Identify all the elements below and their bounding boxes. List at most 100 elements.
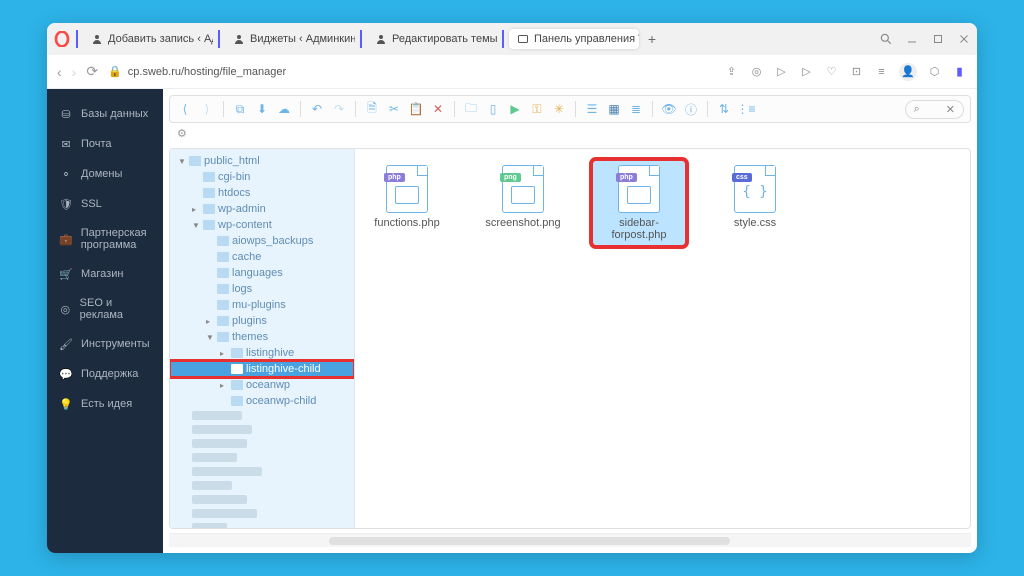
camera-icon[interactable]: ◎ xyxy=(749,64,764,79)
newfile-icon[interactable]: 🗎 xyxy=(363,100,381,118)
nav-fwd-icon[interactable]: ⟩ xyxy=(198,100,216,118)
tree-item[interactable]: ▼themes xyxy=(170,329,354,345)
tree-label: wp-content xyxy=(218,219,272,231)
bookmark-icon[interactable]: ▷ xyxy=(774,64,789,79)
view-list-icon[interactable]: ☰ xyxy=(583,100,601,118)
sidebar-item-ssl[interactable]: 🛡SSL xyxy=(47,189,163,219)
maximize-button[interactable] xyxy=(931,32,945,46)
sidebar-item-domain[interactable]: ⚬Домены xyxy=(47,159,163,189)
new-tab-button[interactable]: + xyxy=(643,30,661,48)
star-icon[interactable]: ✳ xyxy=(550,100,568,118)
sidebar-toggle-icon[interactable]: ▮ xyxy=(952,64,967,79)
tree-item[interactable]: mu-plugins xyxy=(170,297,354,313)
grid-icon[interactable]: ⊡ xyxy=(849,64,864,79)
profile-icon[interactable]: 👤 xyxy=(899,63,917,81)
edit-icon[interactable]: ▯ xyxy=(484,100,502,118)
browser-tab-3[interactable]: Панель управления VH xyxy=(509,29,639,49)
expand-icon[interactable]: ▸ xyxy=(220,349,228,358)
tree-item[interactable]: ▸ listinghive xyxy=(170,345,354,361)
tree-label: public_html xyxy=(204,155,260,167)
file-item[interactable]: pngscreenshot.png xyxy=(477,161,569,233)
tree-item[interactable]: htdocs xyxy=(170,185,354,201)
expand-icon[interactable]: ▸ xyxy=(220,381,228,390)
file-item[interactable]: phpsidebar-forpost.php xyxy=(593,161,685,245)
back-button[interactable]: ‹ xyxy=(57,64,62,80)
tree-item[interactable]: ▼ wp-content xyxy=(170,217,354,233)
close-button[interactable] xyxy=(957,32,971,46)
visibility-icon[interactable]: 👁 xyxy=(660,100,678,118)
file-item[interactable]: phpfunctions.php xyxy=(361,161,453,233)
sidebar-item-shop[interactable]: 🛒Магазин xyxy=(47,259,163,289)
tree-item-blurred xyxy=(170,465,354,479)
extension-icon[interactable]: ⬡ xyxy=(927,64,942,79)
tree-label: logs xyxy=(232,283,252,295)
expand-icon[interactable]: ▸ xyxy=(206,317,214,326)
tree-item[interactable]: listinghive-child xyxy=(170,361,354,377)
tree-item[interactable]: cache xyxy=(170,249,354,265)
domain-icon: ⚬ xyxy=(59,167,73,181)
tree-item[interactable]: ▼ public_html xyxy=(170,153,354,169)
tree-item[interactable]: ▸plugins xyxy=(170,313,354,329)
sidebar-item-label: Партнерская программа xyxy=(81,227,151,251)
paste-icon[interactable]: 📋 xyxy=(407,100,425,118)
tree-item[interactable]: oceanwp-child xyxy=(170,393,354,409)
tree-item[interactable]: ▸wp-admin xyxy=(170,201,354,217)
expand-icon[interactable]: ▼ xyxy=(178,157,186,166)
tree-item[interactable]: logs xyxy=(170,281,354,297)
tree-label: listinghive xyxy=(246,347,294,359)
run-icon[interactable]: ▶ xyxy=(506,100,524,118)
sidebar-item-support[interactable]: 💬Поддержка xyxy=(47,359,163,389)
expand-icon[interactable]: ▼ xyxy=(192,221,200,230)
cloud-icon[interactable]: ☁ xyxy=(275,100,293,118)
sort-icon[interactable]: ⇅ xyxy=(715,100,733,118)
key-icon[interactable]: ⚿ xyxy=(528,100,546,118)
download-icon[interactable]: ⬇ xyxy=(253,100,271,118)
redo-icon[interactable]: ↷ xyxy=(330,100,348,118)
browser-tab-1[interactable]: Виджеты ‹ Админкин — xyxy=(225,29,355,49)
tree-item[interactable]: languages xyxy=(170,265,354,281)
sidebar-item-tools[interactable]: 🖌Инструменты xyxy=(47,329,163,359)
tree-item[interactable]: cgi-bin xyxy=(170,169,354,185)
expand-icon[interactable]: ▼ xyxy=(206,333,214,342)
horizontal-scrollbar[interactable] xyxy=(169,533,971,547)
tree-item[interactable]: ▸oceanwp xyxy=(170,377,354,393)
search-clear-icon[interactable]: ✕ xyxy=(946,103,955,116)
folder-icon xyxy=(231,348,243,358)
expand-icon[interactable]: ▸ xyxy=(192,205,200,214)
reload-button[interactable]: ⟳ xyxy=(86,63,98,80)
bullets-icon[interactable]: ⋮≡ xyxy=(737,100,755,118)
info-icon[interactable]: ⓘ xyxy=(682,100,700,118)
idea-icon: 💡 xyxy=(59,397,73,411)
browser-tab-0[interactable]: Добавить запись ‹ Админ xyxy=(83,29,213,49)
tab-separator xyxy=(76,30,78,48)
search-icon[interactable] xyxy=(879,32,893,46)
sidebar-item-idea[interactable]: 💡Есть идея xyxy=(47,389,163,419)
undo-icon[interactable]: ↶ xyxy=(308,100,326,118)
folder-icon xyxy=(203,188,215,198)
menu-icon[interactable]: ≡ xyxy=(874,64,889,79)
heart-icon[interactable]: ♡ xyxy=(824,64,839,79)
forward-button[interactable]: › xyxy=(72,64,77,80)
fm-search[interactable]: ⌕ ✕ xyxy=(905,100,964,119)
sidebar-item-seo[interactable]: ◎SEO и реклама xyxy=(47,289,163,329)
minimize-button[interactable] xyxy=(905,32,919,46)
sidebar-item-db[interactable]: ⛁Базы данных xyxy=(47,99,163,129)
folder-icon xyxy=(217,284,229,294)
url-input[interactable]: 🔒 cp.sweb.ru/hosting/file_manager xyxy=(108,65,714,78)
delete-icon[interactable]: ✕ xyxy=(429,100,447,118)
sidebar-item-mail[interactable]: ✉Почта xyxy=(47,129,163,159)
folder-icon xyxy=(231,380,243,390)
nav-back-icon[interactable]: ⟨ xyxy=(176,100,194,118)
settings-icon[interactable]: ⚙ xyxy=(169,123,971,144)
share-icon[interactable]: ⇪ xyxy=(724,64,739,79)
tree-item[interactable]: aiowps_backups xyxy=(170,233,354,249)
file-item[interactable]: css{ }style.css xyxy=(709,161,801,233)
sidebar-item-partner[interactable]: 💼Партнерская программа xyxy=(47,219,163,259)
view-detail-icon[interactable]: ≣ xyxy=(627,100,645,118)
cut-icon[interactable]: ✂ xyxy=(385,100,403,118)
browser-tab-2[interactable]: Редактировать темы ‹ Ад xyxy=(367,29,497,49)
archive-icon[interactable]: 🗀 xyxy=(462,100,480,118)
copy-icon[interactable]: ⧉ xyxy=(231,100,249,118)
play-icon[interactable]: ▷ xyxy=(799,64,814,79)
view-grid-icon[interactable]: ▦ xyxy=(605,100,623,118)
